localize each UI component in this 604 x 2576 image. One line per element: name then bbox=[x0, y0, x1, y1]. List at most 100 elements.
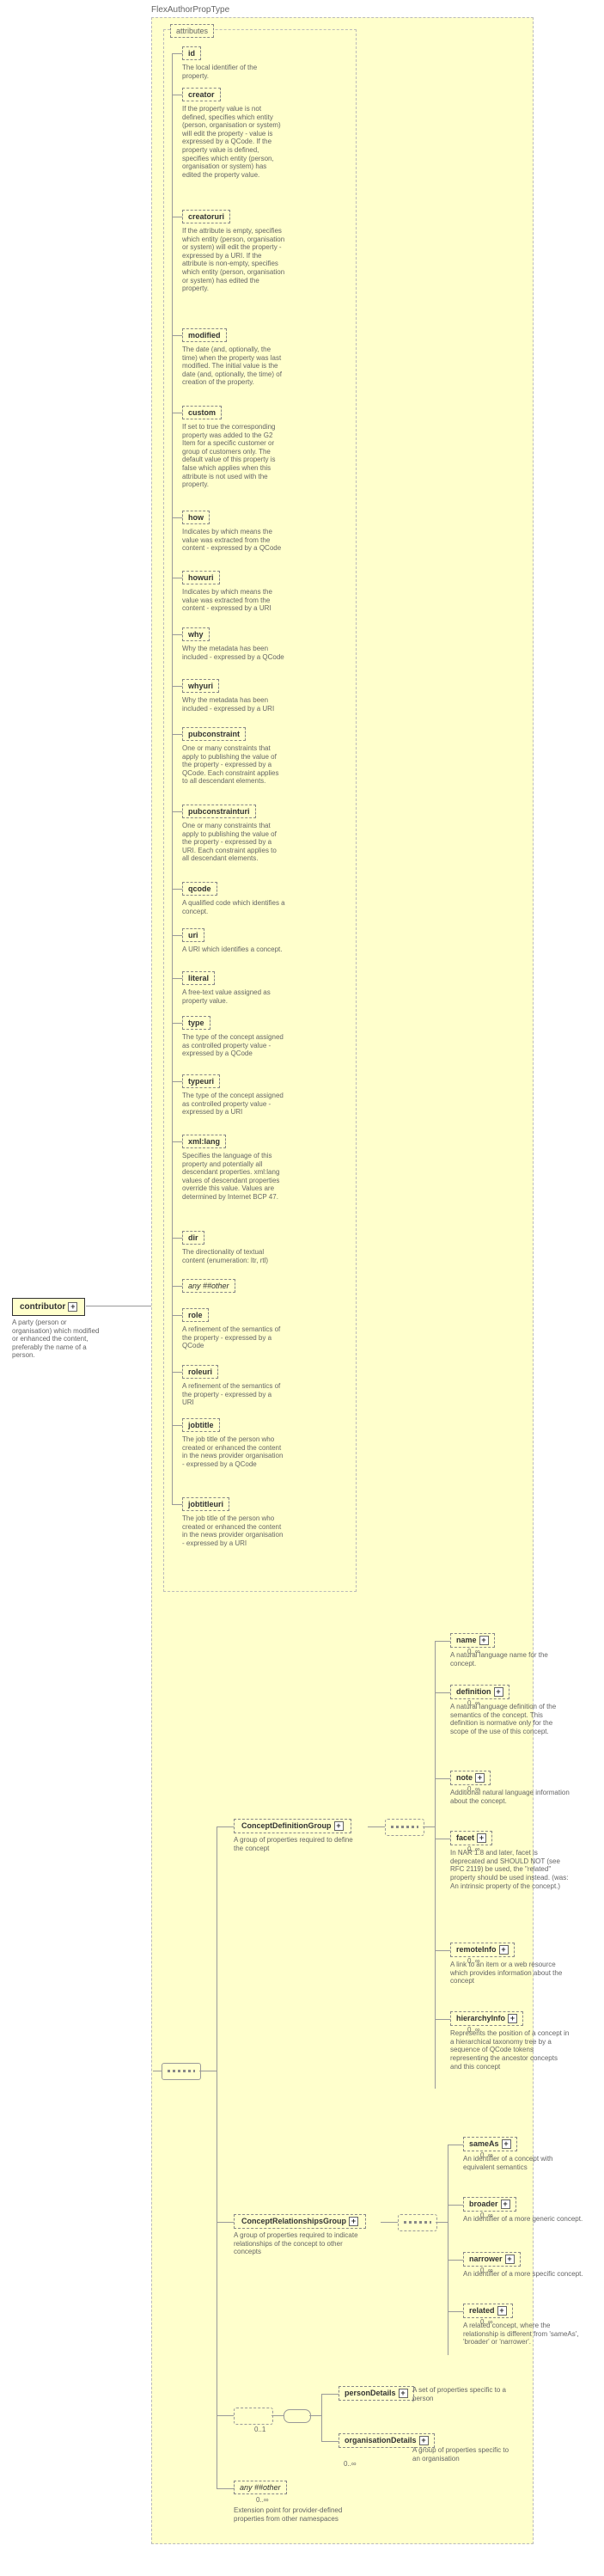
conn bbox=[321, 2394, 339, 2395]
range: 0..∞ bbox=[467, 1785, 480, 1793]
conn bbox=[271, 2415, 284, 2416]
conn bbox=[172, 935, 182, 936]
conn bbox=[217, 2415, 234, 2416]
attr-creator: creatorIf the property value is not defi… bbox=[182, 88, 285, 179]
conn bbox=[321, 2441, 339, 2442]
conn bbox=[172, 53, 182, 54]
attr-whyuri: whyuriWhy the metadata has been included… bbox=[182, 679, 285, 713]
attr-uri: uriA URI which identifies a concept. bbox=[182, 928, 283, 954]
range: 0..∞ bbox=[467, 2026, 480, 2034]
conn bbox=[435, 1950, 450, 1951]
conn bbox=[172, 1238, 182, 1239]
expand-icon[interactable]: + bbox=[334, 1821, 344, 1831]
range: 0..∞ bbox=[256, 2496, 269, 2504]
conn bbox=[435, 1642, 436, 2089]
conn bbox=[217, 2488, 234, 2489]
attr-typeuri: typeuriThe type of the concept assigned … bbox=[182, 1074, 285, 1117]
node-facet[interactable]: facet+In NAR 1.8 and later, facet is dep… bbox=[450, 1831, 570, 1890]
range: 0..∞ bbox=[467, 1957, 480, 1965]
range: 0..∞ bbox=[344, 2460, 357, 2468]
conn bbox=[172, 734, 182, 735]
expand-icon[interactable]: + bbox=[68, 1302, 77, 1312]
conn bbox=[172, 1081, 182, 1082]
group-label: ConceptDefinitionGroup bbox=[241, 1821, 332, 1830]
range: 0..∞ bbox=[480, 2267, 493, 2274]
group-label: ConceptRelationshipsGroup bbox=[241, 2217, 346, 2225]
conn bbox=[172, 978, 182, 979]
range: 0..∞ bbox=[480, 2151, 493, 2159]
conn bbox=[172, 811, 182, 812]
label: organisationDetails bbox=[345, 2436, 417, 2444]
label: personDetails bbox=[345, 2389, 396, 2397]
attr-why: whyWhy the metadata has been included - … bbox=[182, 627, 285, 661]
root-label: contributor bbox=[20, 1302, 65, 1312]
attr-roleuri: roleuriA refinement of the semantics of … bbox=[182, 1365, 285, 1407]
attributes-title: attributes bbox=[170, 24, 214, 38]
desc: A group of properties specific to an org… bbox=[412, 2446, 516, 2463]
conn bbox=[435, 1641, 450, 1642]
switch bbox=[284, 2409, 311, 2423]
conn bbox=[309, 2415, 321, 2416]
node-definition[interactable]: definition+A natural language definition… bbox=[450, 1685, 570, 1736]
attr-modified: modifiedThe date (and, optionally, the t… bbox=[182, 328, 285, 387]
attr-qcode: qcodeA qualified code which identifies a… bbox=[182, 882, 285, 915]
group-desc: A group of properties required to define… bbox=[234, 1836, 363, 1852]
range: 0..∞ bbox=[467, 1648, 480, 1655]
conn bbox=[172, 1286, 182, 1287]
conn bbox=[172, 889, 182, 890]
attr-custom: customIf set to true the corresponding p… bbox=[182, 406, 285, 489]
conn bbox=[423, 1826, 435, 1827]
attr-pubconstrainturi: pubconstrainturiOne or many constraints … bbox=[182, 805, 285, 863]
root-desc: A party (person or organisation) which m… bbox=[12, 1319, 107, 1360]
node-broader[interactable]: broader+An identifier of a more generic … bbox=[463, 2197, 583, 2224]
expand-icon[interactable]: + bbox=[349, 2217, 358, 2226]
attr-how: howIndicates by which means the value wa… bbox=[182, 511, 285, 553]
node-hierarchyInfo[interactable]: hierarchyInfo+Represents the position of… bbox=[450, 2011, 570, 2071]
type-label: FlexAuthorPropType bbox=[151, 5, 229, 15]
group-conceptdef[interactable]: ConceptDefinitionGroup+ bbox=[234, 1819, 351, 1833]
attr-type: typeThe type of the concept assigned as … bbox=[182, 1016, 285, 1058]
desc: A set of properties specific to a person bbox=[412, 2386, 516, 2402]
node-any-other-elem: any ##other bbox=[234, 2481, 287, 2494]
conn bbox=[217, 2222, 234, 2223]
choice-details bbox=[234, 2408, 273, 2425]
group-desc: A group of properties required to indica… bbox=[234, 2231, 363, 2256]
conn bbox=[172, 1023, 182, 1024]
group-conceptrel[interactable]: ConceptRelationshipsGroup+ bbox=[234, 2214, 366, 2229]
attr-jobtitle: jobtitleThe job title of the person who … bbox=[182, 1418, 285, 1468]
attr-id: idThe local identifier of the property. bbox=[182, 46, 285, 80]
range: 0..1 bbox=[254, 2426, 265, 2433]
conn bbox=[172, 517, 182, 518]
seq-rel bbox=[398, 2214, 437, 2231]
range: 0..∞ bbox=[467, 1699, 480, 1707]
conn bbox=[436, 2222, 448, 2223]
label: any ##other bbox=[234, 2481, 287, 2494]
root-contributor[interactable]: contributor+ bbox=[12, 1298, 85, 1316]
conn bbox=[172, 1425, 182, 1426]
attr-anyother: any ##other bbox=[182, 1279, 235, 1293]
sequence-main bbox=[162, 2063, 201, 2080]
range: 0..∞ bbox=[467, 1845, 480, 1853]
node-narrower[interactable]: narrower+An identifier of a more specifi… bbox=[463, 2252, 583, 2279]
attr-pubconstraint: pubconstraintOne or many constraints tha… bbox=[182, 727, 285, 786]
expand-icon[interactable]: + bbox=[399, 2389, 408, 2398]
attr-dir: dirThe directionality of textual content… bbox=[182, 1231, 285, 1264]
node-persondetails[interactable]: personDetails+ bbox=[339, 2386, 414, 2401]
conn bbox=[172, 1372, 182, 1373]
conn bbox=[172, 1315, 182, 1316]
conn bbox=[448, 2311, 463, 2312]
conn bbox=[172, 1504, 182, 1505]
conn bbox=[217, 1826, 234, 1827]
conn bbox=[172, 1141, 182, 1142]
conn bbox=[448, 2260, 463, 2261]
conn bbox=[172, 634, 182, 635]
expand-icon[interactable]: + bbox=[419, 2436, 429, 2445]
seq-def bbox=[385, 1819, 424, 1836]
attr-jobtitleuri: jobtitleuriThe job title of the person w… bbox=[182, 1497, 285, 1547]
conn bbox=[368, 1826, 385, 1827]
attr-literal: literalA free-text value assigned as pro… bbox=[182, 971, 285, 1005]
conn bbox=[435, 1778, 450, 1779]
range: 0..∞ bbox=[480, 2318, 493, 2326]
attr-role: roleA refinement of the semantics of the… bbox=[182, 1308, 285, 1350]
conn bbox=[435, 1692, 450, 1693]
